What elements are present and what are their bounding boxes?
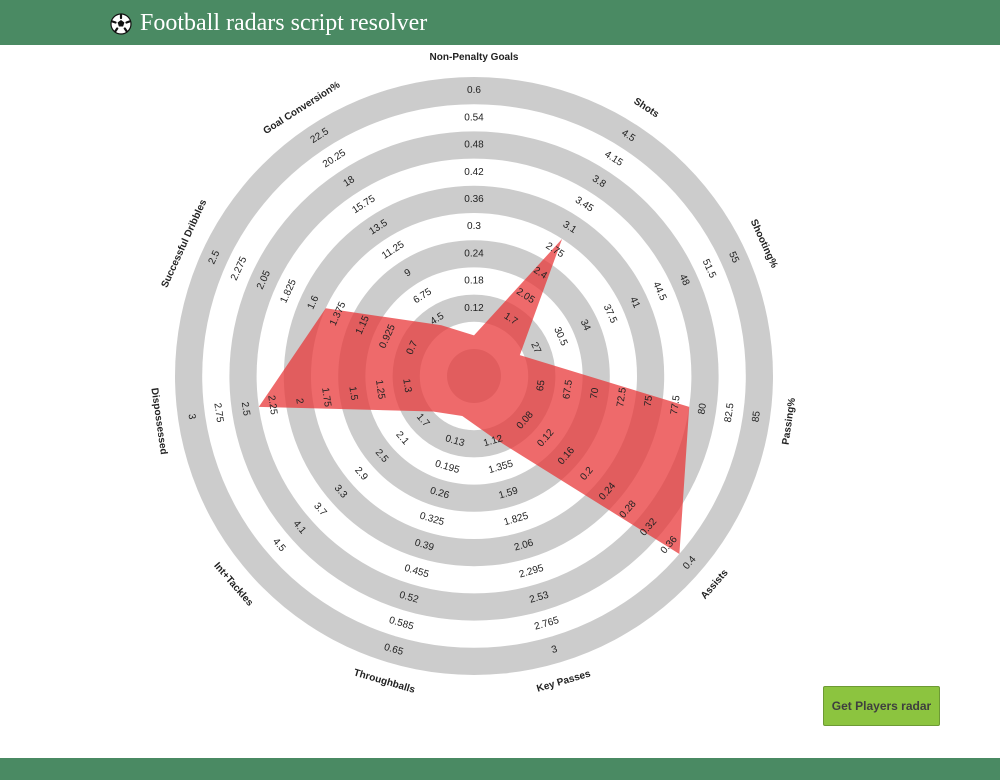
radar-tick-label: 1.3 [400,378,413,394]
radar-tick-label: 0.48 [464,140,484,151]
radar-axis-label: Shooting% [748,218,780,270]
radar-tick-label: 75 [643,394,656,407]
soccer-ball-icon [110,12,132,35]
radar-axis-label: Dispossessed [148,387,168,455]
app-title-text: Football radars script resolver [140,10,428,36]
radar-tick-label: 0.3 [467,221,481,232]
radar-tick-label: 0.12 [464,303,484,314]
radar-tick-label: 0.36 [464,194,484,205]
footer-bar [0,758,1000,780]
radar-tick-label: 70 [589,387,602,400]
get-players-radar-button[interactable]: Get Players radar [823,686,940,726]
radar-axis-label: Throughballs [352,667,416,696]
radar-axis-label: Non-Penalty Goals [430,52,519,63]
radar-tick-label: 65 [535,379,548,392]
radar-tick-label: 80 [697,402,710,415]
radar-axis-label: Key Passes [536,668,593,694]
radar-tick-label: 0.18 [464,276,484,287]
radar-axis-label: Assists [699,567,731,601]
app-title: Football radars script resolver [110,10,427,37]
radar-tick-label: 0.54 [464,112,484,123]
radar-tick-label: 0.6 [467,85,481,96]
radar-tick-label: 0.24 [464,248,484,259]
radar-tick-label: 1.5 [346,386,359,402]
radar-axis-label: Passing% [781,397,799,445]
radar-tick-label: 0.42 [464,167,484,178]
radar-tick-label: 85 [750,410,763,423]
radar-tick-label: 2.5 [239,401,252,417]
header-bar: Football radars script resolver [0,0,1000,45]
radar-axis-label: Shots [631,96,661,121]
radar-chart: 0.120.180.240.30.360.420.480.540.61.72.0… [148,52,799,696]
